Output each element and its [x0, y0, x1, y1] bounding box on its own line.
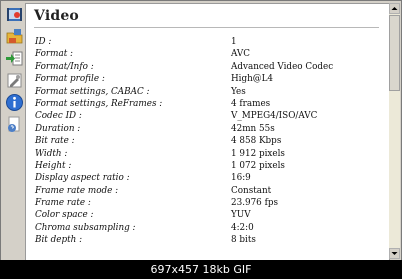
title-divider: [34, 27, 379, 28]
property-key: Width :: [35, 148, 68, 159]
property-row: Display aspect ratio : 16:9: [35, 172, 380, 184]
property-key: Color space :: [35, 210, 94, 221]
export-icon[interactable]: [5, 49, 24, 68]
property-value: 1 912 pixels: [231, 148, 285, 159]
property-row: Format settings, CABAC : Yes: [35, 86, 380, 98]
property-key: Format profile :: [35, 74, 105, 85]
property-value: 4:2:0: [231, 222, 254, 233]
property-row: Format/Info : Advanced Video Codec: [35, 61, 380, 73]
info-panel: Video ID : 1 Format : AVC Format/Info : Advan…: [25, 3, 390, 261]
help-icon[interactable]: [5, 115, 24, 134]
property-value: 1: [231, 37, 237, 47]
property-value: 1 072 pixels: [231, 160, 285, 171]
property-row: Format : AVC: [35, 48, 380, 60]
property-value: 16:9: [231, 173, 251, 184]
left-toolbar: [3, 3, 25, 259]
property-key: Height :: [35, 160, 72, 171]
property-key: Frame rate :: [35, 198, 91, 209]
property-row: Height : 1 072 pixels: [35, 160, 380, 172]
property-key: Bit depth :: [35, 235, 83, 246]
property-row: Frame rate : 23.976 fps: [35, 197, 380, 209]
property-row: Format settings, ReFrames : 4 frames: [35, 98, 380, 110]
property-list: ID : 1 Format : AVC Format/Info : Advanced Vi…: [35, 36, 380, 247]
film-icon[interactable]: [5, 5, 24, 24]
property-value: YUV: [231, 210, 251, 221]
arrow-up-icon: [391, 7, 398, 10]
property-key: Display aspect ratio :: [35, 173, 130, 184]
property-row: Bit rate : 4 858 Kbps: [35, 135, 380, 147]
property-row: Format profile : High@L4: [35, 73, 380, 85]
property-value: AVC: [231, 49, 250, 60]
property-key: ID :: [35, 37, 52, 47]
image-caption: 697x457 18kb GIF: [0, 260, 402, 279]
property-row: Width : 1 912 pixels: [35, 148, 380, 160]
section-title: Video: [34, 8, 79, 24]
property-key: Bit rate :: [35, 136, 75, 147]
property-row: ID : 1: [35, 36, 380, 48]
property-value: 8 bits: [231, 235, 256, 246]
property-key: Frame rate mode :: [35, 185, 119, 196]
property-value: Constant: [231, 185, 272, 196]
property-row: Bit depth : 8 bits: [35, 234, 380, 246]
scrollbar-thumb[interactable]: [389, 15, 400, 91]
property-row: Color space : YUV: [35, 209, 380, 221]
property-value: High@L4: [231, 74, 274, 85]
scroll-down-button[interactable]: [389, 248, 400, 259]
info-icon[interactable]: [5, 93, 24, 112]
arrow-down-icon: [391, 252, 398, 255]
property-value: 42mn 55s: [231, 123, 275, 134]
property-key: Codec ID :: [35, 111, 82, 122]
property-row: Frame rate mode : Constant: [35, 185, 380, 197]
property-value: 4 frames: [231, 98, 271, 109]
property-key: Chroma subsampling :: [35, 222, 136, 233]
property-value: Yes: [231, 86, 246, 97]
property-value: V_MPEG4/ISO/AVC: [231, 111, 318, 122]
property-row: Duration : 42mn 55s: [35, 123, 380, 135]
app-window: Video ID : 1 Format : AVC Format/Info : Advan…: [0, 0, 402, 279]
property-value: 4 858 Kbps: [231, 136, 282, 147]
vertical-scrollbar[interactable]: [389, 3, 400, 259]
property-row: Chroma subsampling : 4:2:0: [35, 222, 380, 234]
preferences-icon[interactable]: [5, 71, 24, 90]
property-value: Advanced Video Codec: [231, 61, 334, 72]
property-key: Format settings, ReFrames :: [35, 98, 163, 109]
property-key: Duration :: [35, 123, 81, 134]
property-row: Codec ID : V_MPEG4/ISO/AVC: [35, 110, 380, 122]
open-folder-icon[interactable]: [5, 27, 24, 46]
property-key: Format/Info :: [35, 61, 94, 72]
property-key: Format settings, CABAC :: [35, 86, 150, 97]
scroll-up-button[interactable]: [389, 3, 400, 14]
property-key: Format :: [35, 49, 74, 60]
property-value: 23.976 fps: [231, 198, 278, 209]
